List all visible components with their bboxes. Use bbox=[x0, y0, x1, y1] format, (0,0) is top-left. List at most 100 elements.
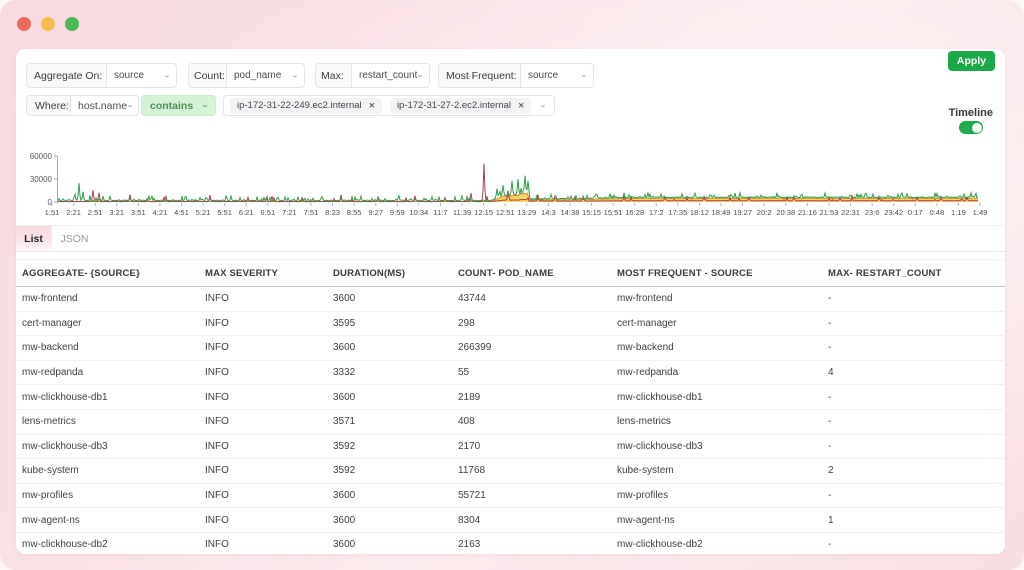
axis-tick-label: 13:29 bbox=[517, 208, 536, 217]
where-field-select[interactable]: host.name ⌄ bbox=[70, 95, 139, 116]
axis-tick-label: 0:17 bbox=[908, 208, 923, 217]
table-cell: 3600 bbox=[333, 514, 356, 526]
table-cell: mw-clickhouse-db3 bbox=[617, 440, 703, 452]
table-cell: mw-agent-ns bbox=[617, 514, 675, 526]
axis-tick-label: 20:38 bbox=[776, 208, 795, 217]
aggregation-group: Most Frequent: source ⌄ bbox=[438, 63, 594, 88]
table-cell: mw-clickhouse-db2 bbox=[617, 539, 703, 551]
table-cell: 3600 bbox=[333, 342, 356, 354]
timeline-toggle[interactable] bbox=[959, 121, 983, 134]
remove-chip-icon[interactable]: ✕ bbox=[369, 101, 375, 110]
table-row[interactable]: kube-system INFO 3592 11768 kube-system 2 bbox=[16, 459, 1005, 484]
table-cell: mw-redpanda bbox=[22, 367, 84, 379]
column-header[interactable]: MAX SEVERITY bbox=[205, 268, 333, 279]
axis-tick-label: 15:51 bbox=[604, 208, 623, 217]
aggregation-select[interactable]: source ⌄ bbox=[106, 63, 177, 88]
table-cell: lens-metrics bbox=[22, 416, 76, 428]
remove-chip-icon[interactable]: ✕ bbox=[518, 101, 524, 110]
table-row[interactable]: mw-profiles INFO 3600 55721 mw-profiles - bbox=[16, 484, 1005, 509]
table-cell: INFO bbox=[205, 317, 229, 329]
column-header[interactable]: AGGREGATE- {SOURCE} bbox=[22, 268, 205, 279]
table-cell: mw-profiles bbox=[617, 490, 669, 502]
aggregation-label: Aggregate On: bbox=[26, 63, 106, 88]
timeline-label: Timeline bbox=[948, 107, 993, 119]
table-row[interactable]: mw-backend INFO 3600 266399 mw-backend - bbox=[16, 336, 1005, 361]
table-cell: 55 bbox=[458, 367, 470, 379]
close-window-icon[interactable] bbox=[17, 17, 31, 31]
table-cell: - bbox=[828, 391, 832, 403]
toggle-knob bbox=[971, 122, 982, 133]
table-row[interactable]: mw-agent-ns INFO 3600 8304 mw-agent-ns 1 bbox=[16, 508, 1005, 533]
column-header[interactable]: MAX- RESTART_COUNT bbox=[828, 268, 1005, 279]
table-cell: 3571 bbox=[333, 416, 356, 428]
table-cell: INFO bbox=[205, 440, 229, 452]
axis-tick-label: 15:15 bbox=[582, 208, 601, 217]
table-cell: mw-redpanda bbox=[617, 367, 679, 379]
filter-value-chip: ip-172-31-27-2.ec2.internal ✕ bbox=[389, 97, 532, 114]
aggregation-select[interactable]: pod_name ⌄ bbox=[226, 63, 305, 88]
table-cell: cert-manager bbox=[22, 317, 82, 329]
axis-tick-label: 1:19 bbox=[951, 208, 966, 217]
aggregation-toolbar: Aggregate On: source ⌄ Count: pod_name ⌄ Max: r… bbox=[26, 63, 594, 88]
table-cell: - bbox=[828, 342, 832, 354]
axis-tick-label: 9:59 bbox=[390, 208, 405, 217]
table-cell: 3600 bbox=[333, 490, 356, 502]
table-cell: 3600 bbox=[333, 293, 356, 305]
table-cell: mw-profiles bbox=[22, 490, 74, 502]
table-cell: 298 bbox=[458, 317, 475, 329]
column-header[interactable]: DURATION(MS) bbox=[333, 268, 458, 279]
table-cell: 2189 bbox=[458, 391, 481, 403]
table-row[interactable]: mw-redpanda INFO 3332 55 mw-redpanda 4 bbox=[16, 361, 1005, 386]
table-cell: INFO bbox=[205, 342, 229, 354]
apply-button[interactable]: Apply bbox=[948, 51, 995, 71]
chevron-down-icon: ⌄ bbox=[162, 72, 172, 79]
axis-tick-label: 1:49 bbox=[973, 208, 988, 217]
axis-tick-label: 9:27 bbox=[368, 208, 383, 217]
results-table: AGGREGATE- {SOURCE} MAX SEVERITY DURATION(… bbox=[16, 259, 1005, 554]
axis-tick-label: 17:35 bbox=[668, 208, 687, 217]
axis-tick-label: 11:39 bbox=[453, 208, 471, 217]
table-row[interactable]: lens-metrics INFO 3571 408 lens-metrics - bbox=[16, 410, 1005, 435]
table-row[interactable]: mw-frontend INFO 3600 43744 mw-frontend - bbox=[16, 287, 1005, 312]
table-cell: - bbox=[828, 440, 832, 452]
table-row[interactable]: mw-clickhouse-db2 INFO 3600 2163 mw-clickhou… bbox=[16, 533, 1005, 554]
axis-tick-label: 2:21 bbox=[66, 208, 81, 217]
column-header[interactable]: COUNT- POD_NAME bbox=[458, 268, 617, 279]
table-row[interactable]: mw-clickhouse-db3 INFO 3592 2170 mw-clickhou… bbox=[16, 435, 1005, 460]
tab-list[interactable]: List bbox=[16, 226, 51, 251]
table-cell: mw-clickhouse-db3 bbox=[22, 440, 108, 452]
table-row[interactable]: mw-clickhouse-db1 INFO 3600 2189 mw-clickhou… bbox=[16, 385, 1005, 410]
axis-tick-label: 22:31 bbox=[841, 208, 860, 217]
table-cell: - bbox=[828, 539, 832, 551]
table-cell: 2 bbox=[828, 465, 834, 477]
table-cell: kube-system bbox=[22, 465, 79, 477]
axis-tick-label: 5:51 bbox=[217, 208, 232, 217]
tab-json[interactable]: JSON bbox=[51, 226, 97, 252]
aggregation-group: Count: pod_name ⌄ bbox=[188, 63, 305, 88]
table-cell: 11768 bbox=[458, 465, 486, 477]
where-operator-select[interactable]: contains ⌄ bbox=[141, 95, 216, 116]
axis-tick-label: 5:21 bbox=[196, 208, 211, 217]
table-row[interactable]: cert-manager INFO 3595 298 cert-manager - bbox=[16, 312, 1005, 337]
axis-tick-label: 11:7 bbox=[433, 208, 447, 217]
table-cell: INFO bbox=[205, 539, 229, 551]
minimize-window-icon[interactable] bbox=[41, 17, 55, 31]
table-cell: mw-frontend bbox=[22, 293, 78, 305]
table-cell: 3595 bbox=[333, 317, 356, 329]
column-header[interactable]: MOST FREQUENT - SOURCE bbox=[617, 268, 828, 279]
axis-tick-label: 19:27 bbox=[733, 208, 752, 217]
axis-tick-label: 0:48 bbox=[929, 208, 944, 217]
where-label: Where: bbox=[26, 95, 70, 116]
axis-tick-label: 7:51 bbox=[304, 208, 319, 217]
aggregation-select[interactable]: source ⌄ bbox=[520, 63, 594, 88]
where-values-select[interactable]: ip-172-31-22-249.ec2.internal ✕ ip-172-31-… bbox=[223, 95, 555, 116]
aggregation-select[interactable]: restart_count ⌄ bbox=[351, 63, 430, 88]
aggregation-group: Max: restart_count ⌄ bbox=[315, 63, 430, 88]
table-cell: - bbox=[828, 490, 832, 502]
zoom-window-icon[interactable] bbox=[65, 17, 79, 31]
where-field-value: host.name bbox=[78, 99, 128, 112]
axis-tick-label: 16:28 bbox=[625, 208, 644, 217]
table-cell: mw-agent-ns bbox=[22, 514, 80, 526]
app-window: Aggregate On: source ⌄ Count: pod_name ⌄ Max: r… bbox=[0, 0, 1024, 570]
aggregation-value: restart_count bbox=[359, 70, 418, 81]
